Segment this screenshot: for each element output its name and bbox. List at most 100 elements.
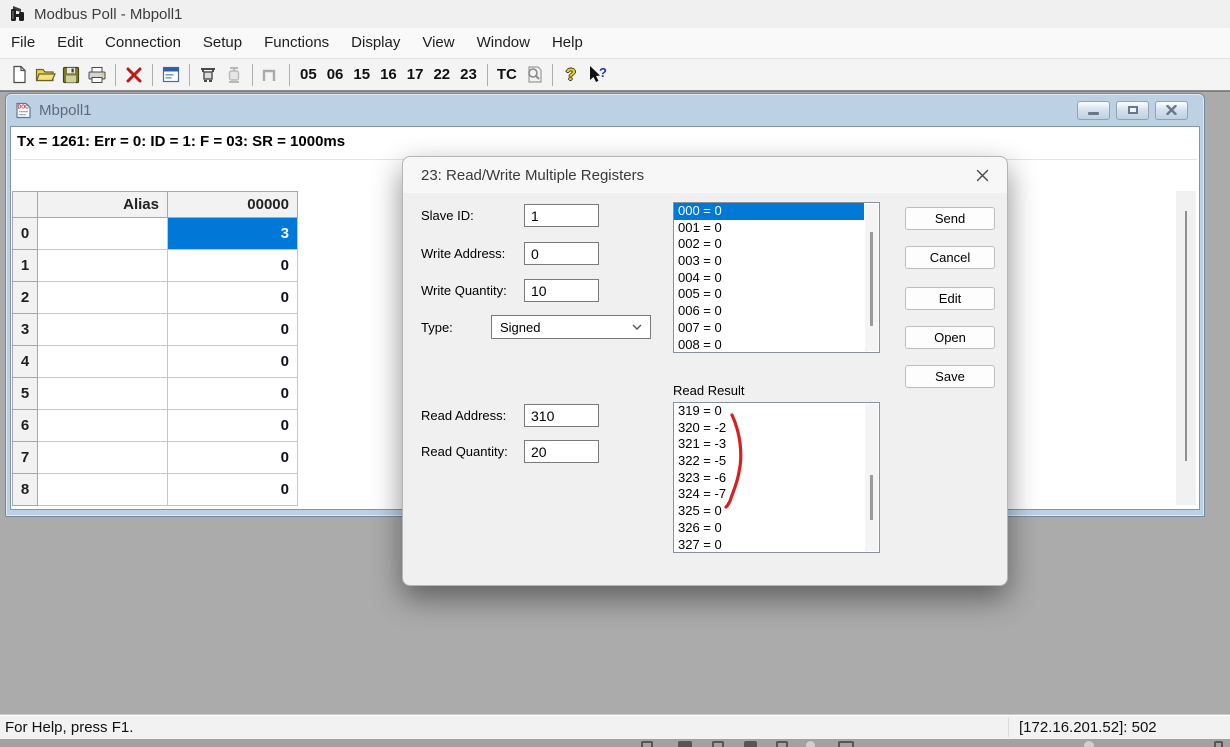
poll-button[interactable]	[195, 62, 221, 88]
menu-window[interactable]: Window	[466, 28, 541, 58]
save-button[interactable]: Save	[905, 365, 995, 388]
print-button[interactable]	[84, 62, 110, 88]
function-code-05-button[interactable]: 05	[295, 66, 322, 83]
function-code-06-button[interactable]: 06	[322, 66, 349, 83]
grid-cell[interactable]	[38, 218, 168, 250]
grid-cell[interactable]: 0	[168, 314, 298, 346]
scrollbar-thumb[interactable]	[870, 475, 873, 520]
grid-cell[interactable]: 0	[168, 346, 298, 378]
grid-row-header[interactable]: 2	[13, 282, 38, 314]
function-code-22-button[interactable]: 22	[428, 66, 455, 83]
menu-file[interactable]: File	[0, 28, 46, 58]
dialog-close-button[interactable]	[973, 166, 991, 184]
list-item[interactable]: 001 = 0	[674, 220, 879, 237]
list-item[interactable]: 006 = 0	[674, 303, 879, 320]
slave-id-input[interactable]	[524, 204, 599, 227]
read-result-list[interactable]: 319 = 0320 = -2321 = -3322 = -5323 = -63…	[673, 402, 880, 553]
test-center-button[interactable]: TC	[493, 66, 521, 83]
grid-row-header[interactable]: 4	[13, 346, 38, 378]
open-file-button[interactable]	[32, 62, 58, 88]
list-item[interactable]: 002 = 0	[674, 236, 879, 253]
grid-cell[interactable]	[38, 442, 168, 474]
grid-column-header[interactable]: 00000	[168, 192, 298, 218]
save-button[interactable]	[58, 62, 84, 88]
cancel-button[interactable]: Cancel	[905, 246, 995, 269]
write-list-scrollbar[interactable]	[865, 204, 878, 351]
read-address-input[interactable]	[524, 404, 599, 427]
list-item[interactable]: 327 = 0	[674, 537, 879, 554]
function-code-17-button[interactable]: 17	[402, 66, 429, 83]
new-file-button[interactable]	[6, 62, 32, 88]
grid-row-header[interactable]: 0	[13, 218, 38, 250]
grid-cell[interactable]: 0	[168, 474, 298, 506]
grid-row-header[interactable]: 1	[13, 250, 38, 282]
menu-help[interactable]: Help	[541, 28, 594, 58]
grid-cell[interactable]	[38, 282, 168, 314]
grid-cell[interactable]: 0	[168, 442, 298, 474]
scrollbar-thumb[interactable]	[1185, 211, 1187, 461]
function-code-15-button[interactable]: 15	[348, 66, 375, 83]
grid-row-header[interactable]: 3	[13, 314, 38, 346]
delete-button[interactable]	[121, 62, 147, 88]
function-code-16-button[interactable]: 16	[375, 66, 402, 83]
grid-cell[interactable]: 0	[168, 282, 298, 314]
context-help-button[interactable]: ?	[584, 62, 610, 88]
edit-button[interactable]: Edit	[905, 287, 995, 310]
about-help-button[interactable]: ?	[558, 62, 584, 88]
type-select[interactable]: Signed	[491, 315, 651, 339]
list-item[interactable]: 005 = 0	[674, 286, 879, 303]
menu-edit[interactable]: Edit	[46, 28, 94, 58]
list-item[interactable]: 008 = 0	[674, 337, 879, 354]
list-item[interactable]: 326 = 0	[674, 520, 879, 537]
grid-cell[interactable]	[38, 250, 168, 282]
list-item[interactable]: 324 = -7	[674, 486, 879, 503]
read-quantity-input[interactable]	[524, 440, 599, 463]
write-address-input[interactable]	[524, 242, 599, 265]
minimize-button[interactable]	[1077, 101, 1110, 120]
grid-row-header[interactable]: 5	[13, 378, 38, 410]
restore-button[interactable]	[1116, 101, 1149, 120]
grid-cell[interactable]	[38, 346, 168, 378]
write-values-list[interactable]: 000 = 0001 = 0002 = 0003 = 0004 = 0005 =…	[673, 202, 880, 353]
single-pulse-button[interactable]	[258, 62, 284, 88]
list-item[interactable]: 323 = -6	[674, 470, 879, 487]
poll-stop-button[interactable]	[221, 62, 247, 88]
grid-cell[interactable]: 3	[168, 218, 298, 250]
document-vertical-scrollbar[interactable]	[1176, 191, 1196, 505]
grid-row-header[interactable]: 6	[13, 410, 38, 442]
grid-cell[interactable]: 0	[168, 410, 298, 442]
menu-display[interactable]: Display	[340, 28, 411, 58]
grid-cell[interactable]	[38, 378, 168, 410]
grid-cell[interactable]: 0	[168, 250, 298, 282]
grid-row-header[interactable]: 8	[13, 474, 38, 506]
list-item[interactable]: 321 = -3	[674, 436, 879, 453]
menu-setup[interactable]: Setup	[192, 28, 253, 58]
menu-connection[interactable]: Connection	[94, 28, 192, 58]
display-setup-button[interactable]	[158, 62, 184, 88]
list-item[interactable]: 004 = 0	[674, 270, 879, 287]
open-button[interactable]: Open	[905, 326, 995, 349]
grid-cell[interactable]: 0	[168, 378, 298, 410]
grid-cell[interactable]	[38, 314, 168, 346]
menu-functions[interactable]: Functions	[253, 28, 340, 58]
communication-log-button[interactable]	[521, 62, 547, 88]
list-item[interactable]: 320 = -2	[674, 420, 879, 437]
read-list-scrollbar[interactable]	[865, 404, 878, 551]
list-item[interactable]: 322 = -5	[674, 453, 879, 470]
list-item[interactable]: 000 = 0	[674, 203, 864, 220]
list-item[interactable]: 325 = 0	[674, 503, 879, 520]
list-item[interactable]: 319 = 0	[674, 403, 879, 420]
list-item[interactable]: 007 = 0	[674, 320, 879, 337]
scrollbar-thumb[interactable]	[870, 232, 873, 326]
grid-row-header[interactable]: 7	[13, 442, 38, 474]
function-code-23-button[interactable]: 23	[455, 66, 482, 83]
send-button[interactable]: Send	[905, 207, 995, 230]
grid-cell[interactable]	[38, 410, 168, 442]
grid-column-header[interactable]: Alias	[38, 192, 168, 218]
write-quantity-input[interactable]	[524, 279, 599, 302]
menu-view[interactable]: View	[411, 28, 465, 58]
list-item[interactable]: 003 = 0	[674, 253, 879, 270]
close-document-button[interactable]	[1155, 101, 1188, 120]
grid-corner-header[interactable]	[13, 192, 38, 218]
grid-cell[interactable]	[38, 474, 168, 506]
